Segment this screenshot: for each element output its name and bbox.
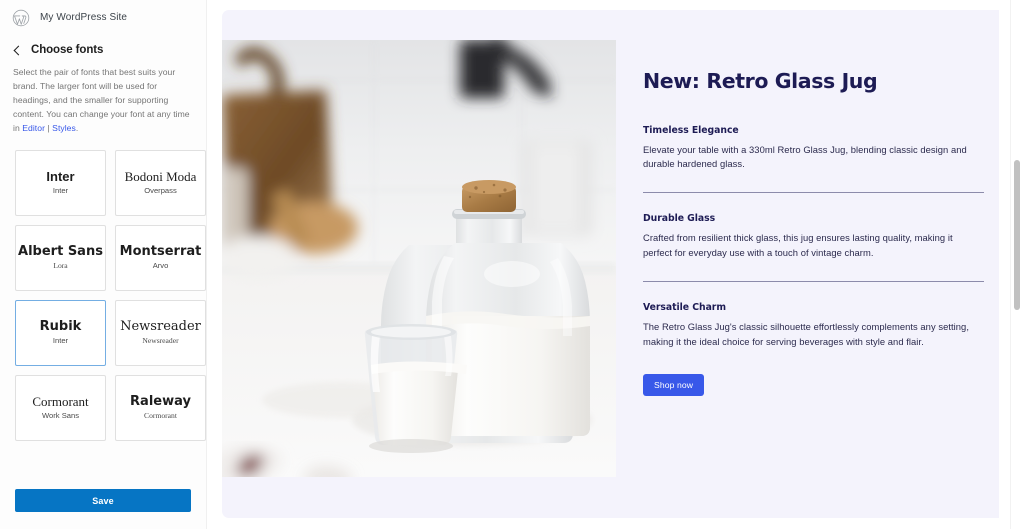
panel-header[interactable]: Choose fonts <box>0 34 206 60</box>
font-pair-card-6[interactable]: Cormorant Work Sans <box>15 374 106 441</box>
font-pair-card-5[interactable]: Newsreader Newsreader <box>115 299 206 366</box>
feature-block-2: Versatile Charm The Retro Glass Jug's cl… <box>643 302 984 350</box>
feature-body: The Retro Glass Jug's classic silhouette… <box>643 321 969 347</box>
font-pair-heading: Montserrat <box>119 243 202 259</box>
font-pair-body: Lora <box>53 261 68 271</box>
font-pair-body: Cormorant <box>144 411 177 421</box>
feature-title: Timeless Elegance <box>643 124 739 136</box>
scrollbar-thumb[interactable] <box>1014 160 1020 310</box>
styles-link[interactable]: Styles <box>52 123 76 133</box>
feature-title: Versatile Charm <box>643 302 726 313</box>
font-pair-heading: Raleway <box>130 393 191 409</box>
font-pair-card-3[interactable]: Montserrat Arvo <box>115 224 206 291</box>
site-title: My WordPress Site <box>40 12 128 23</box>
feature-block-0: Timeless Elegance Elevate your table wit… <box>643 125 984 173</box>
font-pair-heading: Cormorant <box>32 393 89 409</box>
hero-image <box>222 40 616 477</box>
font-pair-card-1[interactable]: Bodoni Moda Overpass <box>115 149 206 216</box>
chevron-left-icon[interactable] <box>13 46 22 55</box>
save-bar: Save <box>0 489 206 512</box>
feature-block-1: Durable Glass Crafted from resilient thi… <box>643 213 984 261</box>
font-pair-heading: Newsreader <box>120 318 201 334</box>
sidebar: My WordPress Site Choose fonts Select th… <box>0 0 207 529</box>
section-divider <box>643 281 984 282</box>
font-pair-body: Overpass <box>144 186 177 196</box>
hero-content: New: Retro Glass Jug Timeless Elegance E… <box>643 69 984 396</box>
font-pair-body: Work Sans <box>42 411 79 421</box>
wordpress-logo-icon <box>12 9 30 27</box>
site-preview-card: New: Retro Glass Jug Timeless Elegance E… <box>222 10 999 518</box>
font-pair-heading: Inter <box>46 168 75 184</box>
hero-title: New: Retro Glass Jug <box>643 69 878 93</box>
font-pair-body: Arvo <box>152 261 169 271</box>
feature-body: Elevate your table with a 330ml Retro Gl… <box>643 143 967 170</box>
font-pair-heading: Albert Sans <box>18 243 103 259</box>
page-title: Choose fonts <box>31 44 104 56</box>
editor-link[interactable]: Editor <box>22 123 45 133</box>
feature-body: Crafted from resilient thick glass, this… <box>643 232 953 259</box>
site-header[interactable]: My WordPress Site <box>0 0 206 34</box>
wordpress-font-picker-screen: My WordPress Site Choose fonts Select th… <box>0 0 1023 529</box>
font-pair-body: Newsreader <box>142 336 179 346</box>
feature-title: Durable Glass <box>643 213 716 225</box>
font-pair-card-0[interactable]: Inter Inter <box>15 149 106 216</box>
cta-wrapper: Shop now <box>643 373 984 396</box>
font-pair-heading: Bodoni Moda <box>124 168 197 184</box>
font-pair-body: Inter <box>52 336 69 346</box>
font-pair-card-4[interactable]: Rubik Inter <box>15 299 106 366</box>
font-pair-card-2[interactable]: Albert Sans Lora <box>15 224 106 291</box>
section-divider <box>643 192 984 194</box>
hero-image-illustration <box>222 40 616 477</box>
save-button[interactable]: Save <box>15 489 191 512</box>
font-pair-heading: Rubik <box>39 318 82 334</box>
font-pair-body: Inter <box>52 186 69 196</box>
panel-description: Select the pair of fonts that best suits… <box>0 60 206 136</box>
font-pair-grid: Inter Inter Bodoni Moda Overpass Albert … <box>0 136 206 441</box>
vertical-scrollbar[interactable] <box>1010 0 1023 529</box>
panel-description-text-2: . <box>75 122 79 133</box>
shop-now-button[interactable]: Shop now <box>643 373 705 396</box>
font-pair-card-7[interactable]: Raleway Cormorant <box>115 374 206 441</box>
preview-area: New: Retro Glass Jug Timeless Elegance E… <box>207 0 1023 529</box>
